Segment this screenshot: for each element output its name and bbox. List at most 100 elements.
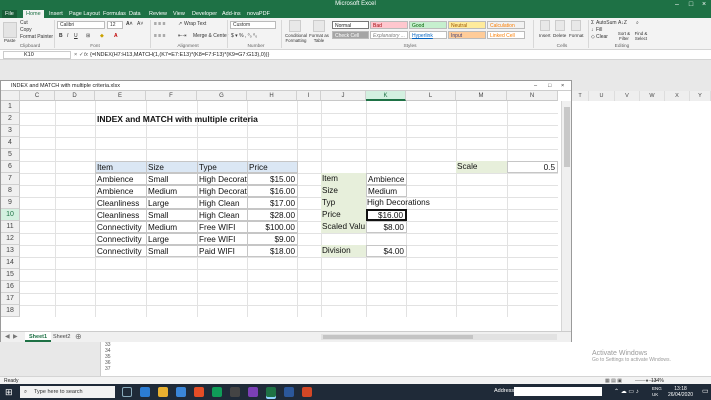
column-header-g[interactable]: G (197, 91, 247, 101)
division-value[interactable]: $4.00 (366, 245, 407, 257)
lookup-value-type[interactable]: High Decorations (366, 197, 438, 209)
indent-icon[interactable]: ⇤⇥ (178, 33, 186, 39)
division-label[interactable]: Division (321, 245, 366, 257)
vertical-scrollbar[interactable] (561, 101, 571, 331)
lookup-value-size[interactable]: Medium (366, 185, 407, 197)
bg-column-header[interactable]: T (572, 91, 589, 101)
number-format-select[interactable]: Custom (230, 21, 276, 29)
font-size-select[interactable]: 12 (107, 21, 123, 29)
lookup-value-item[interactable]: Ambience (366, 173, 407, 185)
bold-icon[interactable]: B (59, 33, 63, 39)
bg-column-header[interactable]: Y (690, 91, 711, 101)
shrink-font-icon[interactable]: A˅ (137, 21, 143, 27)
table-cell-size[interactable]: Large (146, 233, 198, 245)
sort-filter-icon[interactable]: A↓Z (618, 20, 627, 26)
row-header[interactable]: 13 (1, 245, 20, 257)
format-cells-icon[interactable] (571, 20, 581, 31)
row-header[interactable]: 11 (1, 221, 20, 233)
vertical-scroll-thumb[interactable] (564, 107, 570, 167)
lookup-value-scaled[interactable]: $8.00 (366, 221, 407, 233)
bg-column-header[interactable]: U (589, 91, 615, 101)
style-hyperlink[interactable]: Hyperlink (409, 31, 447, 39)
edge-icon[interactable] (140, 387, 150, 397)
paste-button[interactable]: Paste (4, 38, 16, 43)
align-left-icon[interactable]: ≡ ≡ ≡ (154, 33, 166, 39)
table-cell-price[interactable]: $28.00 (247, 209, 298, 221)
copy-button[interactable]: Copy (20, 27, 32, 33)
store-icon[interactable] (176, 387, 186, 397)
sheet-tab-sheet2[interactable]: Sheet2 (49, 332, 74, 342)
formula-input[interactable]: {=INDEX(H7:H13,MATCH(1,(K7=E7:E13)*(K8=F… (90, 51, 269, 59)
style-normal[interactable]: Normal (332, 21, 369, 29)
grow-font-icon[interactable]: A˄ (126, 21, 133, 27)
column-header-l[interactable]: L (406, 91, 456, 101)
table-cell-price[interactable]: $17.00 (247, 197, 298, 209)
name-box[interactable]: K10 (3, 51, 71, 59)
autosum-icon[interactable]: Σ (591, 20, 594, 26)
select-all-corner[interactable] (1, 91, 20, 101)
find-select-button[interactable]: Find & Select (632, 31, 650, 41)
row-header[interactable]: 1 (1, 101, 20, 113)
style-input[interactable]: Input (448, 31, 486, 39)
table-cell-item[interactable]: Ambience (95, 185, 147, 197)
bg-column-header[interactable]: W (640, 91, 665, 101)
column-header-e[interactable]: E (95, 91, 146, 101)
table-cell-item[interactable]: Connectivity (95, 233, 147, 245)
column-header-j[interactable]: J (321, 91, 366, 101)
row-header[interactable]: 14 (1, 257, 20, 269)
window-minimize-icon[interactable]: – (534, 81, 537, 91)
onenote-icon[interactable] (248, 387, 258, 397)
tab-view[interactable]: View (170, 10, 188, 18)
table-cell-item[interactable]: Cleanliness (95, 209, 147, 221)
format-cells-button[interactable]: Format (569, 33, 584, 38)
table-cell-item[interactable]: Connectivity (95, 221, 147, 233)
row-header-selected[interactable]: 10 (1, 209, 20, 221)
lookup-label-item[interactable]: Item (321, 173, 366, 185)
row-header[interactable]: 17 (1, 293, 20, 305)
table-cell-price[interactable]: $18.00 (247, 245, 298, 257)
chrome-icon[interactable] (212, 387, 222, 397)
insert-cells-button[interactable]: Insert (539, 33, 551, 38)
underline-icon[interactable]: U (74, 33, 78, 39)
conditional-formatting-button[interactable]: Conditional Formatting (283, 33, 309, 43)
row-header[interactable]: 5 (1, 149, 20, 161)
column-header-f[interactable]: F (146, 91, 197, 101)
clock[interactable]: 13:18 26/04/2020 (668, 386, 693, 398)
row-header[interactable]: 3 (1, 125, 20, 137)
conditional-formatting-icon[interactable] (289, 20, 301, 32)
tray-icons[interactable]: ⌃ ☁ ▭ ♪ (614, 388, 639, 395)
fill-color-icon[interactable]: ◆ (100, 33, 104, 39)
wrap-text-button[interactable]: Wrap Text (184, 21, 206, 27)
insert-cells-icon[interactable] (540, 20, 550, 31)
close-icon[interactable]: × (697, 0, 711, 9)
column-header-i[interactable]: I (297, 91, 321, 101)
table-cell-size[interactable]: Small (146, 209, 198, 221)
accounting-icon[interactable]: $ ▾ % , ⁰₀ ⁰₀ (231, 33, 257, 39)
table-cell-size[interactable]: Small (146, 173, 198, 185)
sort-filter-button[interactable]: Sort & Filter (616, 31, 632, 41)
table-cell-item[interactable]: Cleanliness (95, 197, 147, 209)
tab-page-layout[interactable]: Page Layout (66, 10, 103, 18)
address-input[interactable] (514, 387, 602, 396)
delete-cells-button[interactable]: Delete (553, 33, 566, 38)
table-cell-type[interactable]: High Decorat (197, 173, 248, 185)
taskbar-search[interactable]: ⌕ Type here to search (20, 386, 115, 398)
tab-file[interactable]: File (2, 10, 17, 18)
find-select-icon[interactable]: ⌕ (636, 20, 639, 26)
enter-icon[interactable]: ✓ (79, 51, 84, 59)
column-header-n[interactable]: N (507, 91, 558, 101)
lookup-label-price[interactable]: Price (321, 209, 366, 221)
table-header-size[interactable]: Size (146, 161, 198, 173)
lookup-label-type[interactable]: Typ (321, 197, 366, 209)
align-top-icon[interactable]: ≡ ≡ ≡ (154, 21, 166, 27)
clear-icon[interactable]: ◇ (591, 34, 595, 40)
format-painter-button[interactable]: Format Painter (20, 34, 53, 40)
column-header-k[interactable]: K (366, 91, 406, 101)
style-neutral[interactable]: Neutral (448, 21, 486, 29)
task-view-icon[interactable] (122, 387, 132, 397)
windows-start-icon[interactable]: ⊞ (5, 387, 13, 397)
clear-button[interactable]: Clear (596, 34, 608, 40)
excel-icon[interactable] (266, 387, 276, 397)
table-cell-size[interactable]: Medium (146, 185, 198, 197)
row-header[interactable]: 4 (1, 137, 20, 149)
